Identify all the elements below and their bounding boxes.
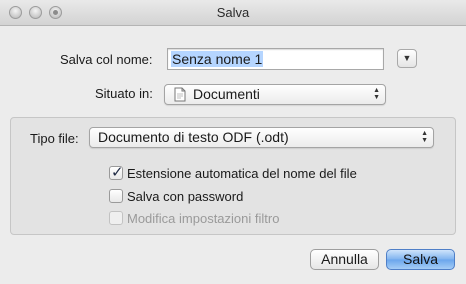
updown-arrows-icon: ▲ ▼ [421, 130, 428, 144]
save-name-field[interactable]: Senza nome 1 [167, 48, 384, 70]
file-type-value: Documento di testo ODF (.odt) [98, 129, 289, 145]
auto-extension-label: Estensione automatica del nome del file [127, 166, 357, 181]
save-name-value: Senza nome 1 [171, 51, 264, 67]
chevron-down-icon: ▼ [402, 53, 412, 63]
file-type-label: Tipo file: [30, 131, 79, 146]
save-name-label: Salva col nome: [60, 52, 153, 67]
filter-settings-label: Modifica impostazioni filtro [127, 211, 280, 226]
title-bar: Salva [0, 0, 466, 26]
filter-settings-checkbox [109, 211, 123, 225]
updown-arrows-icon: ▲ ▼ [373, 87, 380, 101]
password-label: Salva con password [127, 189, 244, 204]
file-type-select[interactable]: Documento di testo ODF (.odt) ▲ ▼ [89, 127, 434, 148]
window-title: Salva [216, 5, 250, 20]
location-label: Situato in: [95, 86, 153, 101]
location-value: Documenti [193, 86, 260, 102]
save-button[interactable]: Salva [386, 249, 455, 270]
password-checkbox[interactable] [109, 189, 123, 203]
save-dialog: Salva Salva col nome: Senza nome 1 ▼ Sit… [0, 0, 466, 284]
location-select[interactable]: Documenti ▲ ▼ [164, 84, 386, 105]
cancel-button[interactable]: Annulla [310, 249, 379, 270]
checkmark-icon: ✓ [111, 164, 124, 181]
documents-folder-icon [173, 87, 187, 102]
expand-browser-button[interactable]: ▼ [397, 49, 417, 68]
auto-extension-checkbox[interactable]: ✓ [109, 164, 124, 181]
